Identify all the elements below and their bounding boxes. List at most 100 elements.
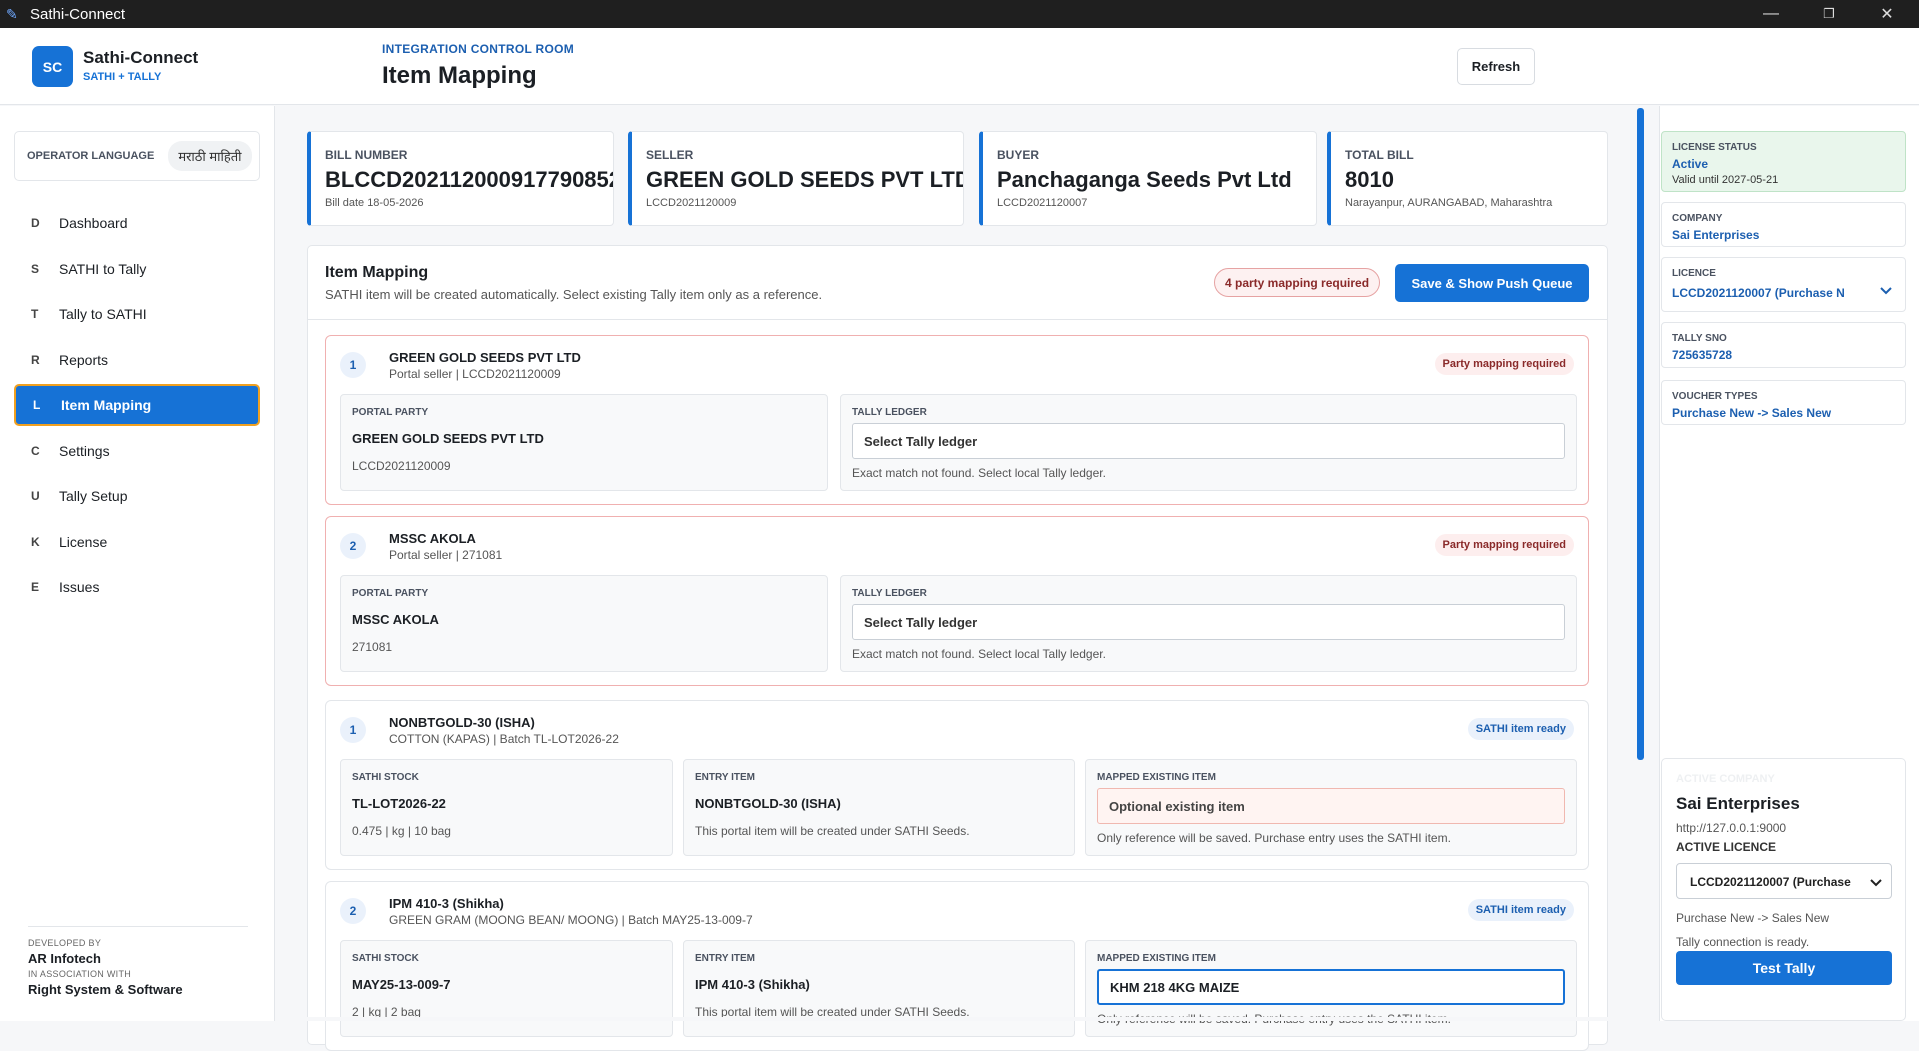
card-label: BILL NUMBER — [325, 148, 408, 162]
chevron-down-icon — [1880, 287, 1892, 295]
ledger-hint: Exact match not found. Select local Tall… — [852, 647, 1106, 661]
sidebar-item-reports[interactable]: R Reports — [14, 340, 260, 380]
item-name: IPM 410-3 (Shikha) — [389, 896, 504, 911]
save-push-queue-button[interactable]: Save & Show Push Queue — [1395, 264, 1589, 302]
sidebar-item-sathi-to-tally[interactable]: S SATHI to Tally — [14, 249, 260, 289]
buyer-location: Narayanpur, AURANGABAD, Maharashtra — [1345, 197, 1553, 209]
party-row: 1 GREEN GOLD SEEDS PVT LTD Portal seller… — [325, 335, 1589, 505]
item-meta: GREEN GRAM (MOONG BEAN/ MOONG) | Batch M… — [389, 913, 753, 927]
mapped-item-hint: Only reference will be saved. Purchase e… — [1097, 831, 1451, 845]
licence-select[interactable]: LCCD2021120007 (Purchase N — [1672, 286, 1852, 300]
main-scrollbar[interactable] — [1637, 108, 1644, 760]
divider — [28, 926, 248, 927]
portal-party-box: PORTAL PARTY GREEN GOLD SEEDS PVT LTD LC… — [340, 394, 828, 491]
field-label: ENTRY ITEM — [695, 953, 756, 964]
tally-url: http://127.0.0.1:9000 — [1676, 821, 1787, 835]
seller-code: LCCD2021120009 — [646, 197, 737, 209]
nav-label: Dashboard — [59, 215, 128, 231]
nav-key: E — [31, 580, 40, 594]
license-validity: Valid until 2027-05-21 — [1672, 174, 1779, 186]
pending-mapping-badge: 4 party mapping required — [1214, 268, 1381, 297]
mapped-item-select[interactable]: KHM 218 4KG MAIZE — [1097, 969, 1565, 1005]
page-eyebrow: INTEGRATION CONTROL ROOM — [382, 42, 575, 56]
faded-label: ACTIVE COMPANY — [1676, 773, 1775, 785]
entry-item-box: ENTRY ITEM IPM 410-3 (Shikha) This porta… — [683, 940, 1075, 1037]
entry-item-value: IPM 410-3 (Shikha) — [695, 977, 810, 992]
voucher-types-card: VOUCHER TYPES Purchase New -> Sales New — [1661, 380, 1906, 425]
entry-item-hint: This portal item will be created under S… — [695, 824, 970, 838]
language-toggle[interactable]: मराठी माहिती — [168, 141, 252, 171]
item-meta: COTTON (KAPAS) | Batch TL-LOT2026-22 — [389, 732, 619, 746]
voucher-flow: Purchase New -> Sales New — [1676, 911, 1830, 925]
active-licence-label: ACTIVE LICENCE — [1676, 840, 1777, 854]
card-label: BUYER — [997, 148, 1040, 162]
sidebar-item-dashboard[interactable]: D Dashboard — [14, 203, 260, 243]
entry-item-box: ENTRY ITEM NONBTGOLD-30 (ISHA) This port… — [683, 759, 1075, 856]
nav-key: C — [31, 444, 40, 458]
maximize-button[interactable]: ❐ — [1800, 0, 1858, 28]
sidebar-item-item-mapping[interactable]: L Item Mapping — [14, 384, 260, 426]
sathi-stock-box: SATHI STOCK TL-LOT2026-22 0.475 | kg | 1… — [340, 759, 673, 856]
card-label: TOTAL BILL — [1345, 148, 1414, 162]
active-company-card: ACTIVE COMPANY Sai Enterprises http://12… — [1661, 758, 1906, 1021]
status-badge: Party mapping required — [1434, 353, 1574, 375]
mapped-item-box: MAPPED EXISTING ITEM KHM 218 4KG MAIZE O… — [1085, 940, 1577, 1037]
sidebar-item-settings[interactable]: C Settings — [14, 431, 260, 471]
buyer-code: LCCD2021120007 — [997, 197, 1088, 209]
nav-label: Item Mapping — [61, 397, 152, 413]
sidebar — [0, 106, 275, 1021]
row-number: 1 — [340, 352, 366, 378]
developer-name: AR Infotech — [28, 951, 101, 966]
close-window-button[interactable]: ✕ — [1858, 0, 1916, 28]
test-tally-button[interactable]: Test Tally — [1676, 951, 1892, 985]
item-row: 1 NONBTGOLD-30 (ISHA) COTTON (KAPAS) | B… — [325, 700, 1589, 870]
connection-status: Tally connection is ready. — [1676, 935, 1810, 949]
company-card: COMPANY Sai Enterprises — [1661, 202, 1906, 247]
operator-language: OPERATOR LANGUAGE मराठी माहिती — [14, 131, 260, 181]
nav-label: Settings — [59, 443, 110, 459]
bill-date: Bill date 18-05-2026 — [325, 197, 424, 209]
nav-key: S — [31, 262, 40, 276]
mapping-title: Item Mapping — [325, 264, 429, 281]
refresh-button[interactable]: Refresh — [1457, 48, 1535, 85]
field-label: PORTAL PARTY — [352, 407, 429, 418]
language-label: OPERATOR LANGUAGE — [27, 150, 155, 162]
stock-detail: 0.475 | kg | 10 bag — [352, 824, 451, 838]
association-label: IN ASSOCIATION WITH — [28, 969, 132, 979]
company-value: Sai Enterprises — [1672, 228, 1760, 242]
tally-sno-value: 725635728 — [1672, 348, 1733, 362]
card-label: TALLY SNO — [1672, 333, 1727, 344]
nav-key: L — [33, 398, 41, 412]
buyer-card: BUYER Panchaganga Seeds Pvt Ltd LCCD2021… — [979, 131, 1317, 226]
active-licence-select[interactable]: LCCD2021120007 (Purchase — [1676, 863, 1892, 899]
frame-edge — [276, 1017, 1636, 1021]
chevron-down-icon — [1870, 879, 1882, 887]
card-label: SELLER — [646, 148, 694, 162]
tally-ledger-select[interactable]: Select Tally ledger — [852, 604, 1565, 640]
partner-name: Right System & Software — [28, 982, 183, 997]
tally-ledger-select[interactable]: Select Tally ledger — [852, 423, 1565, 459]
minimize-button[interactable]: — — [1742, 0, 1800, 28]
sidebar-item-issues[interactable]: E Issues — [14, 567, 260, 607]
field-label: MAPPED EXISTING ITEM — [1097, 772, 1216, 783]
window-titlebar: ✎ Sathi-Connect — [0, 0, 1919, 28]
brand-tagline: SATHI + TALLY — [83, 71, 162, 83]
field-label: TALLY LEDGER — [852, 588, 927, 599]
status-badge: SATHI item ready — [1467, 899, 1574, 921]
total-amount: 8010 — [1345, 167, 1394, 192]
card-label: VOUCHER TYPES — [1672, 391, 1758, 402]
nav-key: D — [31, 216, 40, 230]
portal-party-code: 271081 — [352, 640, 393, 654]
mapped-item-select[interactable]: Optional existing item — [1097, 788, 1565, 824]
nav-key: T — [31, 307, 39, 321]
sidebar-item-tally-to-sathi[interactable]: T Tally to SATHI — [14, 294, 260, 334]
license-status-card: LICENSE STATUS Active Valid until 2027-0… — [1661, 131, 1906, 192]
bill-number: BLCCD2021120009177908521 — [325, 167, 614, 192]
nav-label: SATHI to Tally — [59, 261, 147, 277]
licence-card[interactable]: LICENCE LCCD2021120007 (Purchase N — [1661, 257, 1906, 312]
sidebar-item-license[interactable]: K License — [14, 522, 260, 562]
card-label: COMPANY — [1672, 213, 1723, 224]
seller-name: GREEN GOLD SEEDS PVT LTD — [646, 167, 964, 192]
sidebar-item-tally-setup[interactable]: U Tally Setup — [14, 476, 260, 516]
field-label: SATHI STOCK — [352, 772, 419, 783]
